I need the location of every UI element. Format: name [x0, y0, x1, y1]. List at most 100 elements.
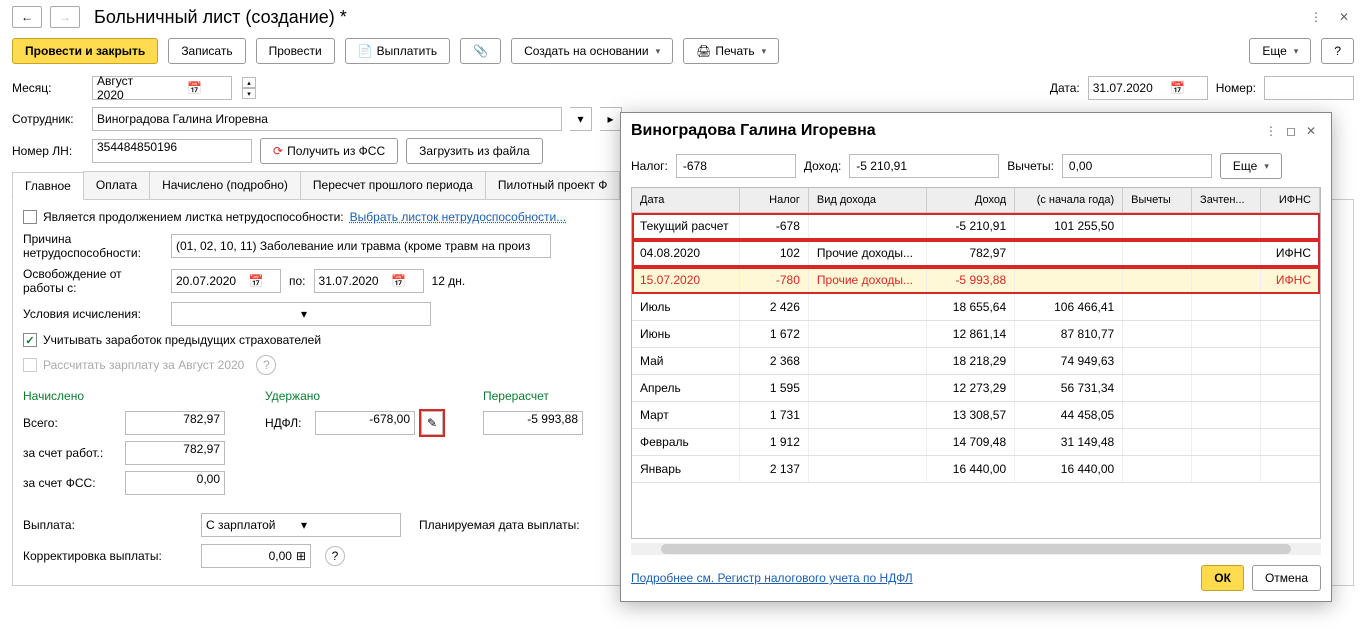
select-sheet-link[interactable]: Выбрать листок нетрудоспособности...: [350, 210, 567, 224]
fss-part-value[interactable]: 0,00: [125, 471, 225, 495]
calculator-icon[interactable]: ⊞: [296, 549, 306, 563]
popup-close-icon[interactable]: ✕: [1301, 121, 1321, 141]
tab-accrued[interactable]: Начислено (подробно): [149, 171, 301, 199]
print-button[interactable]: 🖨Печать▾: [683, 38, 779, 64]
table-row[interactable]: Январь2 13716 440,0016 440,00: [632, 456, 1320, 483]
ndfl-value[interactable]: -678,00: [315, 411, 415, 435]
ok-button[interactable]: ОК: [1201, 565, 1244, 591]
help-button[interactable]: ?: [1321, 38, 1354, 64]
calendar-icon[interactable]: 📅: [162, 81, 227, 95]
table-row[interactable]: Июнь1 67212 861,1487 810,77: [632, 321, 1320, 348]
table-row[interactable]: 04.08.2020102Прочие доходы...782,97ИФНС: [632, 240, 1320, 267]
close-icon[interactable]: ✕: [1334, 7, 1354, 27]
calendar-icon[interactable]: 📅: [379, 274, 419, 288]
continuation-checkbox[interactable]: [23, 210, 37, 224]
prev-insurers-label: Учитывать заработок предыдущих страховат…: [43, 333, 321, 347]
employee-dropdown[interactable]: ▾: [570, 107, 592, 131]
month-input[interactable]: Август 2020📅: [92, 76, 232, 100]
post-button[interactable]: Провести: [256, 38, 335, 64]
popup-kebab-icon[interactable]: ⋮: [1261, 121, 1281, 141]
printer-icon: 🖨: [696, 44, 711, 58]
employee-label: Сотрудник:: [12, 112, 84, 126]
registry-link[interactable]: Подробнее см. Регистр налогового учета п…: [631, 571, 913, 585]
ln-input[interactable]: 354484850196: [92, 139, 252, 163]
pay-button[interactable]: 📄Выплатить: [345, 38, 450, 64]
spin-down[interactable]: ▾: [242, 88, 256, 99]
days-text: 12 дн.: [432, 274, 466, 288]
correction-label: Корректировка выплаты:: [23, 549, 193, 563]
tab-pilot[interactable]: Пилотный проект Ф: [485, 171, 621, 199]
month-label: Месяц:: [12, 81, 84, 95]
to-label: по:: [289, 274, 306, 288]
chevron-down-icon: ▾: [762, 46, 767, 57]
more-button[interactable]: Еще▾: [1249, 38, 1311, 64]
table-row[interactable]: Май2 36818 218,2974 949,63: [632, 348, 1320, 375]
table-row[interactable]: Февраль1 91214 709,4831 149,48: [632, 429, 1320, 456]
prev-insurers-checkbox[interactable]: [23, 333, 37, 347]
emp-part-value[interactable]: 782,97: [125, 441, 225, 465]
pencil-icon: ✎: [427, 416, 437, 430]
table-body[interactable]: Текущий расчет-678-5 210,91101 255,5004.…: [632, 213, 1320, 538]
popup-maximize-icon[interactable]: ◻: [1281, 121, 1301, 141]
employee-open[interactable]: ▸: [600, 107, 622, 131]
payment-select[interactable]: С зарплатой▾: [201, 513, 401, 537]
chevron-down-icon: ▾: [1294, 46, 1299, 57]
attach-button[interactable]: 📎: [460, 38, 501, 64]
popup-more-button[interactable]: Еще▾: [1220, 153, 1282, 179]
save-button[interactable]: Записать: [168, 38, 245, 64]
date-label: Дата:: [1050, 81, 1080, 95]
correction-value[interactable]: 0,00⊞: [201, 544, 311, 568]
nav-forward[interactable]: →: [50, 6, 80, 28]
release-label: Освобождение от работы с:: [23, 267, 163, 295]
chevron-down-icon: ▾: [656, 46, 661, 57]
cancel-button[interactable]: Отмена: [1252, 565, 1321, 591]
calendar-icon[interactable]: 📅: [1153, 81, 1203, 95]
income-value: -5 210,91: [849, 154, 999, 178]
table-row[interactable]: Апрель1 59512 273,2956 731,34: [632, 375, 1320, 402]
refresh-icon: ⟳: [273, 144, 283, 158]
number-input[interactable]: [1264, 76, 1354, 100]
planned-date-label: Планируемая дата выплаты:: [419, 518, 580, 532]
conditions-label: Условия исчисления:: [23, 307, 163, 321]
popup-title: Виноградова Галина Игоревна: [631, 122, 1261, 140]
payment-label: Выплата:: [23, 518, 193, 532]
table-row[interactable]: 15.07.2020-780Прочие доходы...-5 993,88И…: [632, 267, 1320, 294]
page-title: Больничный лист (создание) *: [94, 7, 347, 28]
recalc-header: Перерасчет: [483, 389, 583, 403]
tab-recalc[interactable]: Пересчет прошлого периода: [300, 171, 486, 199]
withheld-header: Удержано: [265, 389, 443, 403]
spin-up[interactable]: ▴: [242, 77, 256, 88]
number-label: Номер:: [1216, 81, 1256, 95]
date-to-input[interactable]: 31.07.2020📅: [314, 269, 424, 293]
tax-value: -678: [676, 154, 796, 178]
get-fss-button[interactable]: ⟳Получить из ФСС: [260, 138, 398, 164]
employee-input[interactable]: Виноградова Галина Игоревна: [92, 107, 562, 131]
date-input[interactable]: 31.07.2020📅: [1088, 76, 1208, 100]
tab-payment[interactable]: Оплата: [83, 171, 150, 199]
reason-select[interactable]: (01, 02, 10, 11) Заболевание или травма …: [171, 234, 551, 258]
nav-back[interactable]: ←: [12, 6, 42, 28]
tab-main[interactable]: Главное: [12, 172, 84, 200]
recalc-value[interactable]: -5 993,88: [483, 411, 583, 435]
ndfl-edit-button[interactable]: ✎: [421, 411, 443, 435]
table-row[interactable]: Март1 73113 308,5744 458,05: [632, 402, 1320, 429]
help-icon[interactable]: ?: [325, 546, 345, 566]
horizontal-scrollbar[interactable]: [631, 543, 1321, 555]
income-label: Доход:: [804, 159, 841, 173]
table-row[interactable]: Июль2 42618 655,64106 466,41: [632, 294, 1320, 321]
calendar-icon[interactable]: 📅: [236, 274, 276, 288]
post-close-button[interactable]: Провести и закрыть: [12, 38, 158, 64]
continuation-label: Является продолжением листка нетрудоспос…: [43, 210, 344, 224]
ln-label: Номер ЛН:: [12, 144, 84, 158]
conditions-select[interactable]: ▾: [171, 302, 431, 326]
ndfl-label: НДФЛ:: [265, 416, 309, 430]
table-row[interactable]: Текущий расчет-678-5 210,91101 255,50: [632, 213, 1320, 240]
emp-part-label: за счет работ.:: [23, 446, 119, 460]
recalc-salary-checkbox: [23, 358, 37, 372]
create-on-button[interactable]: Создать на основании▾: [511, 38, 673, 64]
date-from-input[interactable]: 20.07.2020📅: [171, 269, 281, 293]
kebab-icon[interactable]: ⋮: [1306, 7, 1326, 27]
total-value[interactable]: 782,97: [125, 411, 225, 435]
help-icon[interactable]: ?: [256, 355, 276, 375]
load-file-button[interactable]: Загрузить из файла: [406, 138, 543, 164]
